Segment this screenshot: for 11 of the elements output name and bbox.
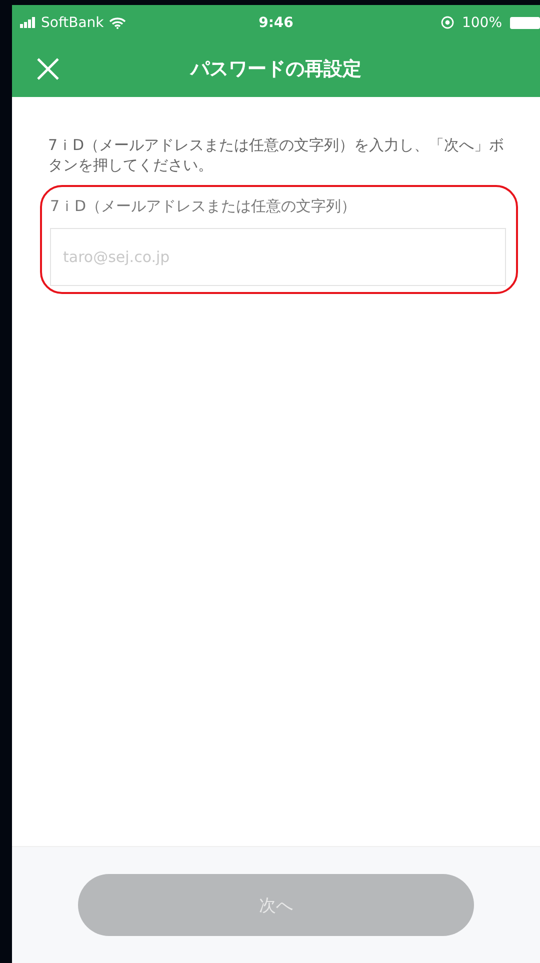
field-label: 7ｉD（メールアドレスまたは任意の文字列） bbox=[50, 197, 358, 216]
battery-icon bbox=[510, 16, 540, 28]
wifi-icon bbox=[108, 16, 126, 28]
orientation-lock-icon bbox=[440, 16, 454, 29]
signal-icon bbox=[20, 17, 36, 28]
screen-title: パスワードの再設定 bbox=[190, 56, 362, 82]
instruction-text: 7ｉD（メールアドレスまたは任意の文字列）を入力し、「次へ」ボタンを押してください。 bbox=[48, 135, 506, 175]
carrier-name: SoftBank bbox=[41, 14, 104, 30]
close-icon[interactable] bbox=[36, 56, 60, 80]
battery-percent: 100% bbox=[462, 14, 502, 30]
status-time: 9:46 bbox=[258, 14, 294, 30]
